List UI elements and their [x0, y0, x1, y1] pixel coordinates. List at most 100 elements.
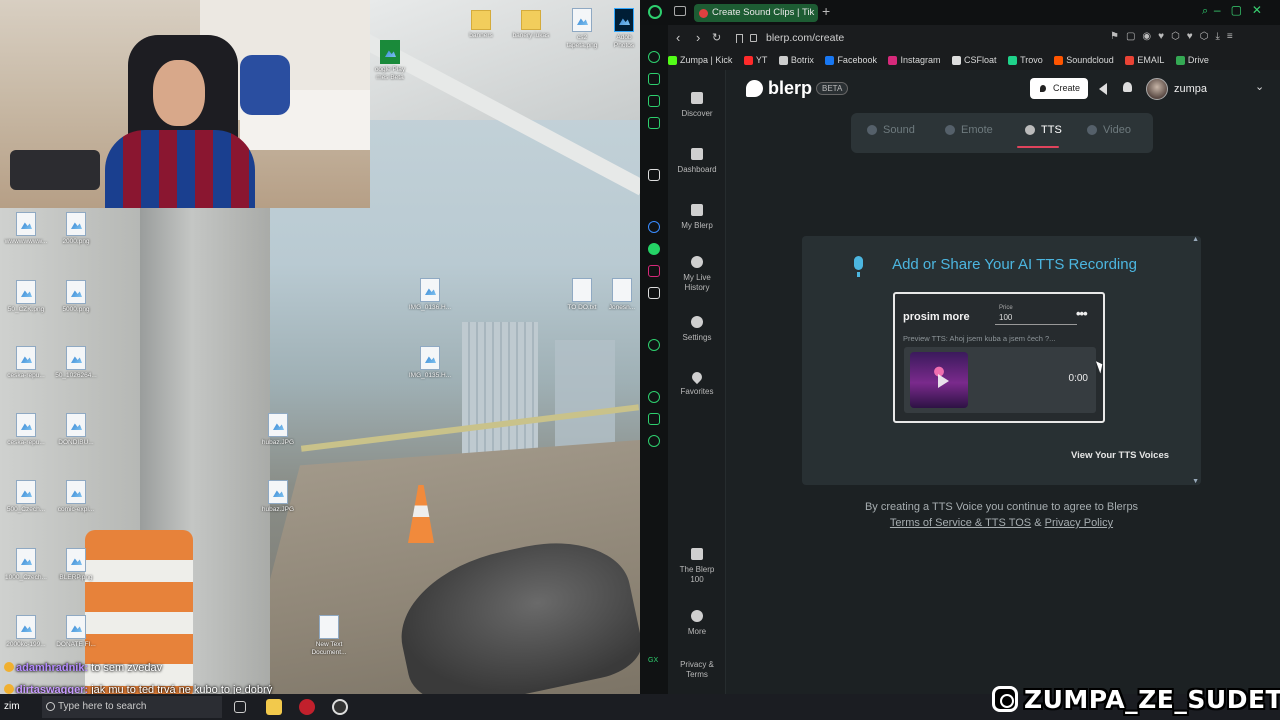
audio-player[interactable]: 0:00 — [904, 347, 1096, 413]
nav-settings[interactable]: Settings — [668, 316, 726, 343]
lock-icon[interactable] — [750, 34, 757, 42]
x-icon[interactable] — [648, 287, 660, 299]
username[interactable]: zumpa — [1174, 83, 1207, 95]
nav-blerp-100[interactable]: The Blerp 100 — [668, 548, 726, 585]
scroll-up-icon[interactable]: ▲ — [1192, 236, 1199, 243]
workspace-icon[interactable] — [674, 6, 686, 16]
desktop-icon[interactable]: DONATE FI... — [48, 615, 104, 649]
more-options-icon[interactable]: ••• — [1076, 306, 1088, 321]
desktop-icon[interactable]: comic-expl... — [48, 480, 104, 514]
desktop-icon[interactable]: 50_1026264... — [48, 346, 104, 380]
play-icon[interactable] — [938, 374, 949, 388]
nav-my-blerp[interactable]: My Blerp — [668, 204, 726, 231]
bookmark-trovo[interactable]: Trovo — [1008, 51, 1043, 70]
desktop-icon[interactable]: IMG_0136.H... — [402, 278, 458, 312]
bookmark-icon[interactable] — [736, 34, 743, 43]
bookmark-email[interactable]: EMAIL — [1125, 51, 1164, 70]
address-bar[interactable]: blerp.com/create — [730, 29, 1100, 47]
desktop-icon[interactable]: New Text Document... — [301, 615, 357, 657]
obs-icon[interactable] — [332, 699, 348, 715]
desktop-icon[interactable]: cs2 tapeta.png — [554, 8, 610, 50]
price-input[interactable]: 100 — [995, 313, 1077, 325]
blerp-logo[interactable]: blerp — [746, 78, 812, 99]
desktop-icon[interactable]: Jonesn... — [602, 278, 640, 312]
forward-arrow-icon[interactable]: › — [696, 30, 700, 45]
mode-sound[interactable]: Sound — [867, 124, 915, 136]
extension-icons[interactable]: ⚑▢◉♥⬡♥⬡⤓≡ — [1110, 31, 1240, 42]
bookmark-facebook[interactable]: Facebook — [825, 51, 877, 70]
opera-gx-icon[interactable] — [299, 699, 315, 715]
desktop-icon[interactable]: hubaz.JPG — [250, 413, 306, 447]
mode-video[interactable]: Video — [1087, 124, 1131, 136]
nav-discover[interactable]: Discover — [668, 92, 726, 119]
voice-card[interactable]: prosim more Price 100 ••• Preview TTS: A… — [893, 292, 1105, 423]
nav-favorites[interactable]: Favorites — [668, 369, 726, 397]
start-button[interactable]: zim — [0, 694, 40, 720]
back-arrow-icon[interactable]: ‹ — [676, 30, 680, 45]
gx-control-icon[interactable] — [648, 73, 660, 85]
nav-privacy-terms[interactable]: Privacy & Terms — [668, 660, 726, 680]
bookmark-csfloat[interactable]: CSFloat — [952, 51, 997, 70]
bookmark-zumpa-kick[interactable]: Zumpa | Kick — [668, 51, 732, 70]
bell-icon[interactable] — [1123, 82, 1132, 92]
terms-of-service-link[interactable]: Terms of Service & TTS TOS — [890, 517, 1031, 529]
mode-tts[interactable]: TTS — [1025, 124, 1062, 136]
desktop-icon[interactable]: banery lukas — [503, 10, 559, 40]
search-tabs-icon[interactable]: ⌕ — [1202, 5, 1208, 18]
desktop-icon[interactable]: hubaz.JPG — [250, 480, 306, 514]
view-voices-link[interactable]: View Your TTS Voices — [1071, 450, 1169, 461]
instagram-icon[interactable] — [648, 265, 660, 277]
messenger-icon[interactable] — [648, 221, 660, 233]
taskbar-search[interactable]: Type here to search — [42, 696, 222, 718]
nav-more[interactable]: More — [668, 610, 726, 637]
bookmark-instagram[interactable]: Instagram — [888, 51, 941, 70]
aria-icon[interactable] — [648, 51, 660, 63]
scroll-down-icon[interactable]: ▼ — [1192, 478, 1199, 485]
gx-corner-icon[interactable] — [648, 95, 660, 107]
desktop-icon[interactable]: oogle Play mes Beta — [362, 40, 418, 82]
tab-active[interactable]: Create Sound Clips | Tik — [694, 4, 818, 22]
desktop-icon[interactable]: banners — [453, 10, 509, 40]
desktop-icon[interactable]: BLERP.png — [48, 548, 104, 582]
nav-dashboard[interactable]: Dashboard — [668, 148, 726, 175]
privacy-policy-link[interactable]: Privacy Policy — [1045, 517, 1113, 529]
desktop-icon[interactable]: IMG_0135.H... — [402, 346, 458, 380]
gx-tool-icon[interactable] — [648, 117, 660, 129]
nav-live-history[interactable]: My Live History — [668, 256, 726, 293]
avatar[interactable] — [1146, 78, 1168, 100]
speaker-icon[interactable] — [1099, 83, 1107, 95]
window-controls[interactable]: –▢✕ — [1214, 3, 1272, 17]
new-tab-plus-icon[interactable]: + — [822, 3, 830, 19]
arc-icon[interactable] — [648, 169, 660, 181]
bookmark-yt[interactable]: YT — [743, 51, 767, 70]
desktop-icon[interactable]: 5000.png — [48, 280, 104, 314]
desktop-icon[interactable]: Adob Photos — [604, 8, 640, 50]
whatsapp-icon[interactable] — [648, 243, 660, 255]
desktop-icon[interactable]: wwwwwwww... — [0, 212, 54, 246]
desktop-icon[interactable]: ceska-repu... — [0, 346, 54, 380]
desktop-icon[interactable]: 2000kc-199... — [0, 615, 54, 649]
bookmark-drive[interactable]: Drive — [1175, 51, 1209, 70]
create-button[interactable]: Create — [1030, 78, 1088, 99]
desktop-icon[interactable]: 2000.png — [48, 212, 104, 246]
task-view-icon[interactable] — [234, 701, 246, 713]
desktop-icon-label: Jonesn... — [608, 304, 636, 311]
desktop-icon[interactable]: DONDIBU... — [48, 413, 104, 447]
desktop-icon[interactable]: 500_Czech... — [0, 480, 54, 514]
desktop-icon[interactable]: 1000_Czech... — [0, 548, 54, 582]
bookmark-soundcloud[interactable]: Soundcloud — [1054, 51, 1114, 70]
mode-emote[interactable]: Emote — [945, 124, 993, 136]
settings-gear-icon[interactable] — [648, 435, 660, 447]
file-explorer-icon[interactable] — [266, 699, 282, 715]
desktop-icon[interactable]: 50_CZK.png — [0, 280, 54, 314]
image-file-icon — [268, 480, 288, 504]
chevron-down-icon[interactable]: ⌄ — [1255, 80, 1264, 93]
opera-logo-icon[interactable] — [648, 5, 662, 19]
reload-icon[interactable]: ↻ — [712, 31, 721, 44]
bookmark-botrix[interactable]: Botrix — [778, 51, 814, 70]
gx-logo-icon[interactable]: GX — [648, 657, 660, 669]
extensions-icon[interactable] — [648, 413, 660, 425]
player-icon[interactable] — [648, 339, 660, 351]
history-icon[interactable] — [648, 391, 660, 403]
desktop-icon[interactable]: ceska-repu... — [0, 413, 54, 447]
